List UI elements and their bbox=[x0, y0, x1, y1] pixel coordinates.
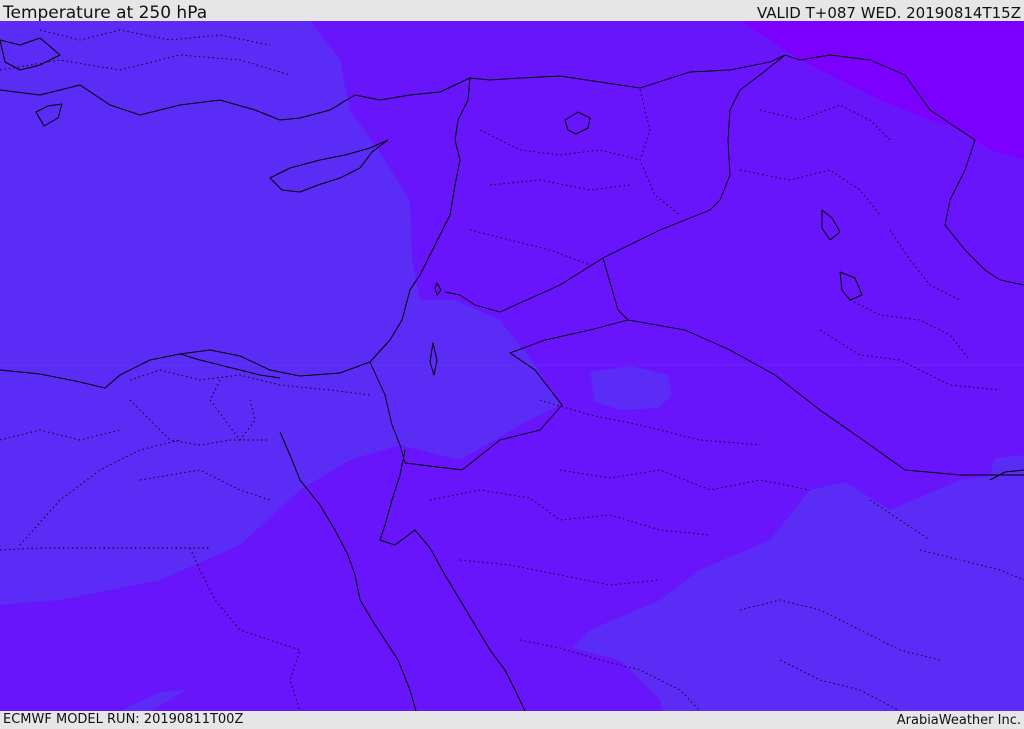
credit-label: ArabiaWeather Inc. bbox=[896, 713, 1021, 728]
map-canvas bbox=[0, 21, 1024, 711]
map-title: Temperature at 250 hPa bbox=[3, 3, 208, 23]
temperature-map bbox=[0, 21, 1024, 711]
valid-time-label: VALID T+087 WED. 20190814T15Z bbox=[756, 4, 1021, 22]
model-run-label: ECMWF MODEL RUN: 20190811T00Z bbox=[3, 712, 244, 727]
header-bar: Temperature at 250 hPa VALID T+087 WED. … bbox=[0, 0, 1024, 23]
footer-bar: ECMWF MODEL RUN: 20190811T00Z ArabiaWeat… bbox=[0, 711, 1024, 729]
